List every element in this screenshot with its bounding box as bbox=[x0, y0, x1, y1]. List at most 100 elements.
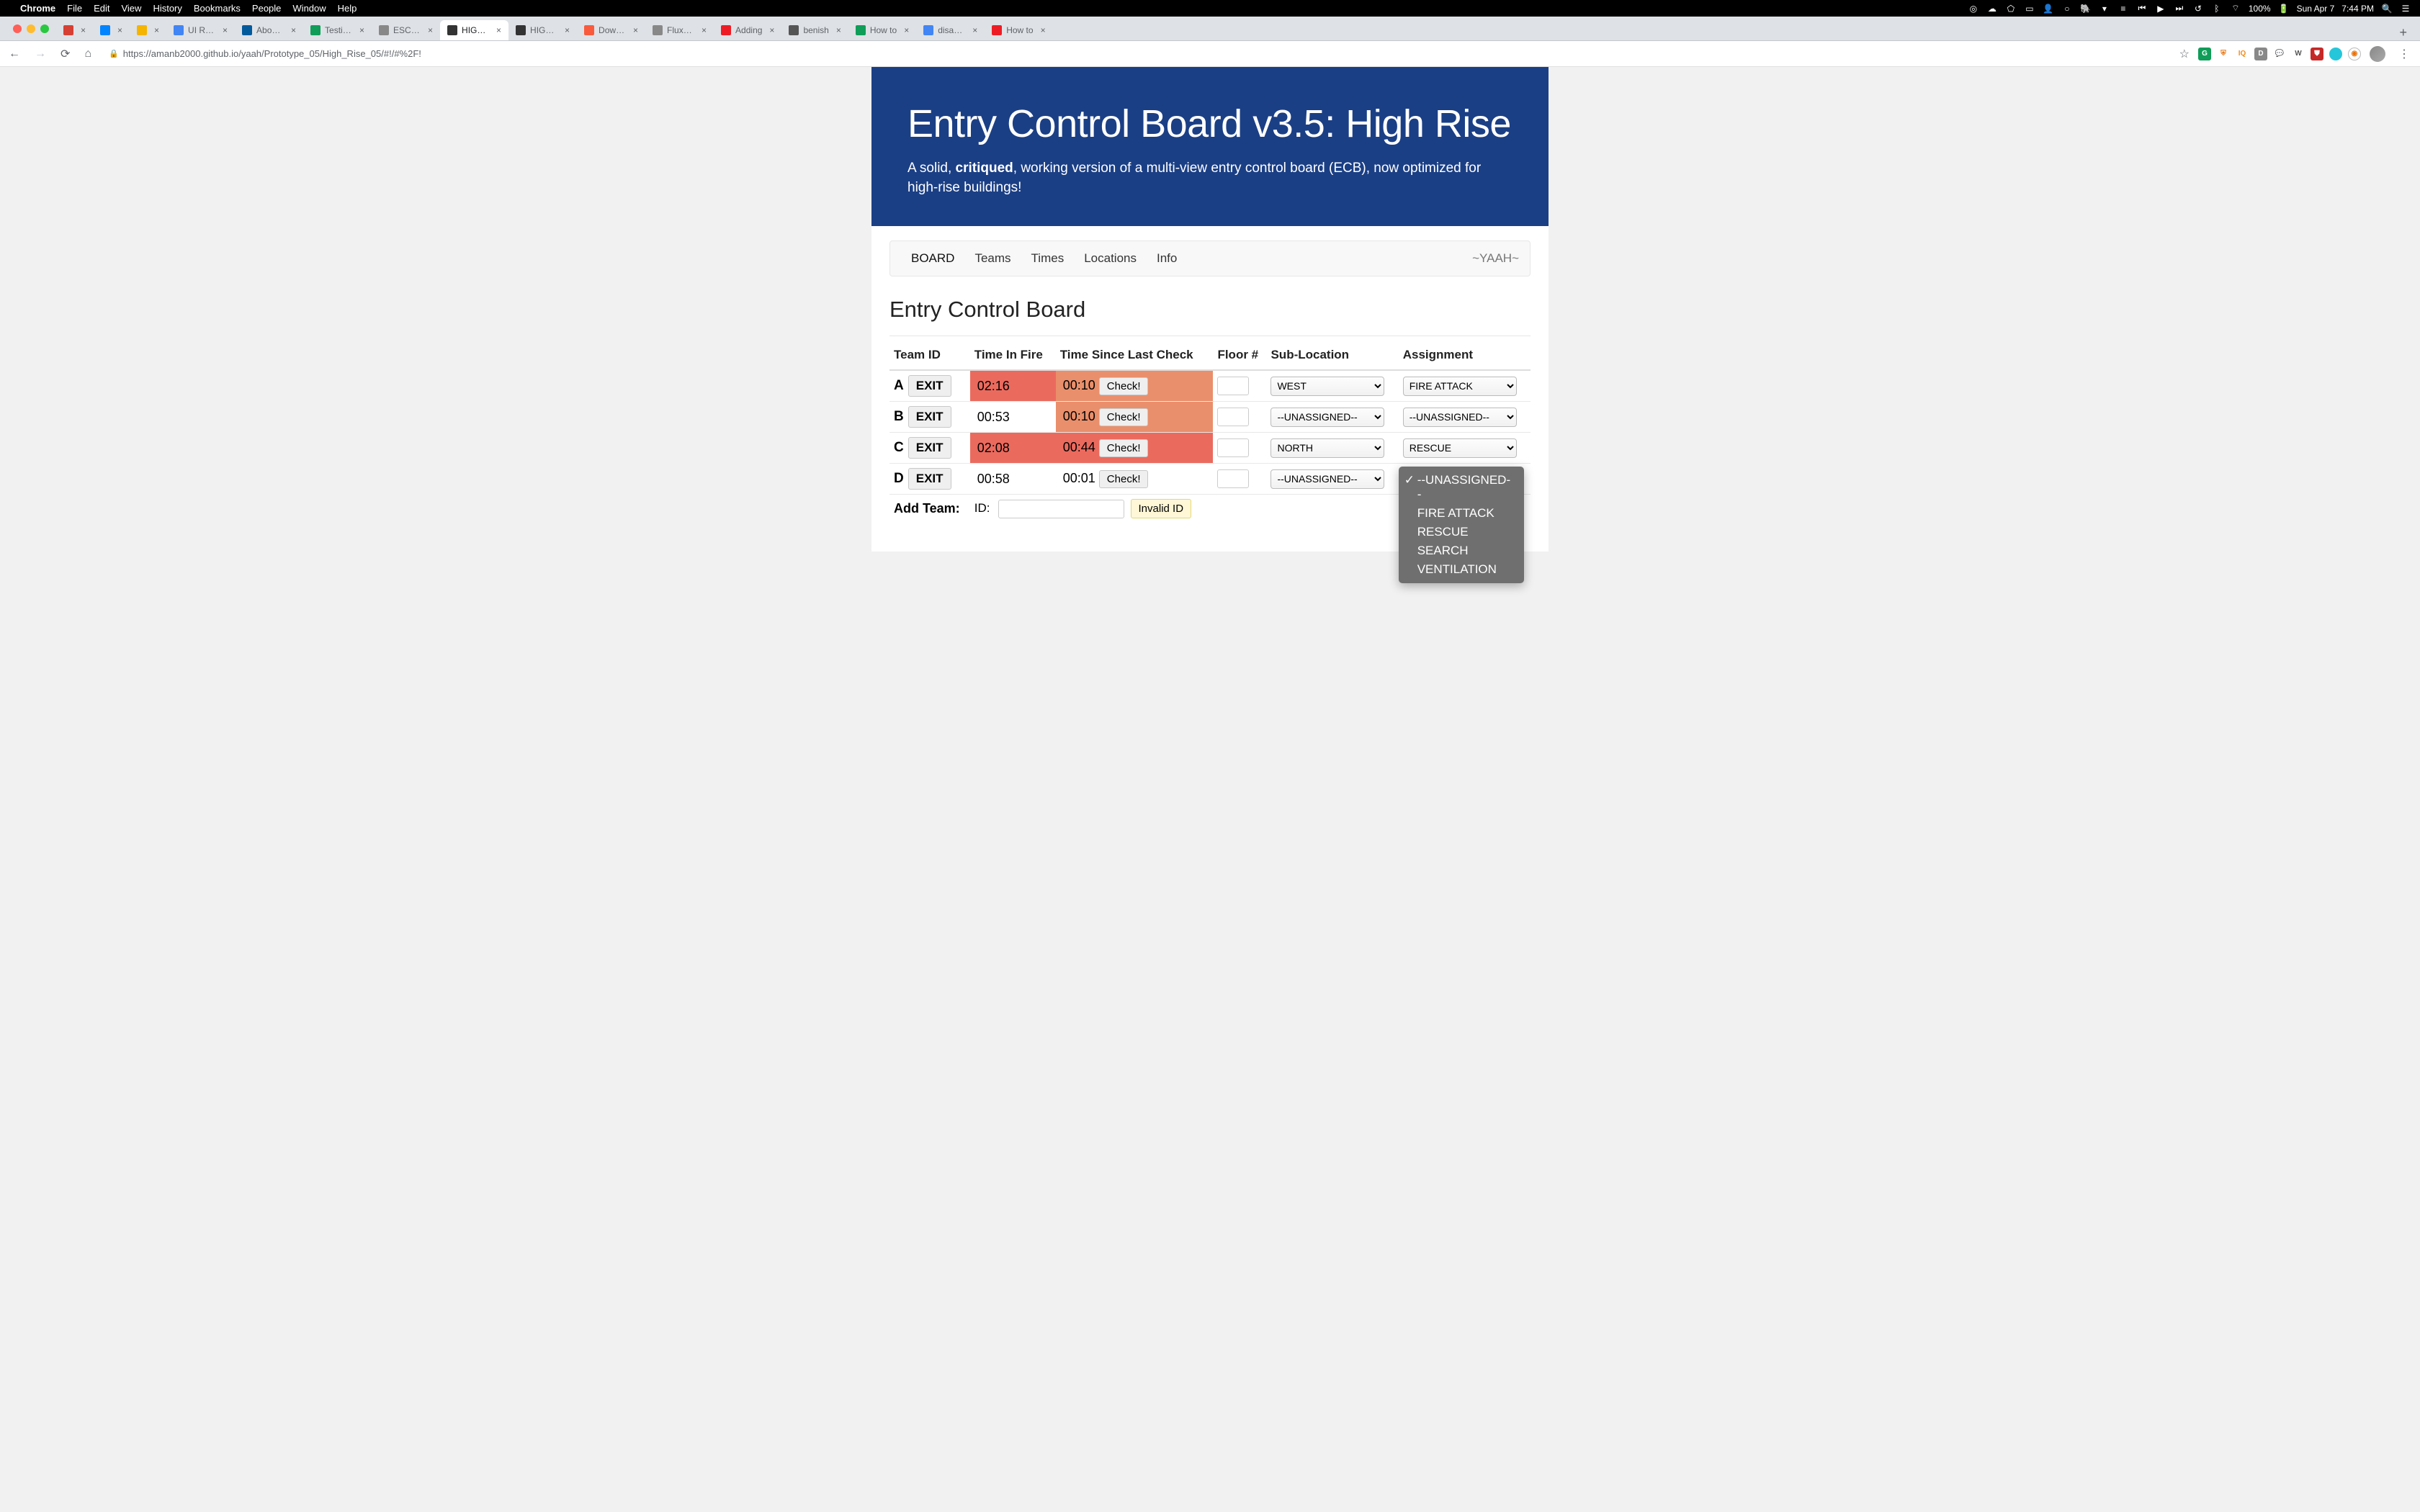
menubar-item[interactable]: Help bbox=[338, 3, 357, 14]
check-button[interactable]: Check! bbox=[1099, 439, 1149, 457]
browser-tab[interactable]: HIGH_R× bbox=[440, 20, 508, 40]
floor-input[interactable] bbox=[1217, 377, 1249, 395]
battery-percent[interactable]: 100% bbox=[2249, 4, 2271, 14]
url-field[interactable]: 🔒 https://amanb2000.github.io/yaah/Proto… bbox=[103, 48, 2171, 59]
assignment-option[interactable]: --UNASSIGNED-- bbox=[1399, 471, 1524, 504]
tab-close-icon[interactable]: × bbox=[428, 25, 433, 35]
tab-close-icon[interactable]: × bbox=[496, 25, 501, 35]
exit-button[interactable]: EXIT bbox=[908, 406, 951, 428]
add-team-id-input[interactable] bbox=[998, 500, 1124, 518]
close-window-button[interactable] bbox=[13, 24, 22, 33]
menubar-time[interactable]: 7:44 PM bbox=[2341, 4, 2374, 14]
sublocation-select[interactable]: NORTH bbox=[1270, 438, 1384, 458]
tab-close-icon[interactable]: × bbox=[291, 25, 296, 35]
exit-button[interactable]: EXIT bbox=[908, 437, 951, 459]
check-button[interactable]: Check! bbox=[1099, 408, 1149, 426]
nav-info[interactable]: Info bbox=[1147, 251, 1187, 266]
menubar-item[interactable]: Bookmarks bbox=[194, 3, 241, 14]
browser-menu-button[interactable]: ⋮ bbox=[2394, 47, 2414, 61]
browser-tab[interactable]: × bbox=[93, 20, 130, 40]
exit-button[interactable]: EXIT bbox=[908, 375, 951, 397]
nav-board[interactable]: BOARD bbox=[901, 251, 964, 266]
nav-times[interactable]: Times bbox=[1021, 251, 1075, 266]
browser-tab[interactable]: Flux – R× bbox=[645, 20, 714, 40]
reload-button[interactable]: ⟳ bbox=[58, 44, 73, 64]
floor-input[interactable] bbox=[1217, 408, 1249, 426]
dropdown-icon[interactable]: ▾ bbox=[2099, 4, 2110, 14]
sublocation-select[interactable]: --UNASSIGNED-- bbox=[1270, 469, 1384, 489]
time-machine-icon[interactable]: ↺ bbox=[2192, 4, 2204, 14]
assignment-option[interactable]: FIRE ATTACK bbox=[1399, 504, 1524, 523]
extension-icon[interactable]: G bbox=[2198, 48, 2211, 60]
tab-close-icon[interactable]: × bbox=[972, 25, 977, 35]
tab-close-icon[interactable]: × bbox=[154, 25, 159, 35]
play-icon[interactable]: ▶ bbox=[2155, 4, 2166, 14]
browser-tab[interactable]: benish× bbox=[781, 20, 848, 40]
extension-w-icon[interactable]: W bbox=[2292, 48, 2305, 60]
menubar-item[interactable]: View bbox=[121, 3, 141, 14]
browser-tab[interactable]: HIGH_R× bbox=[508, 20, 577, 40]
browser-tab[interactable]: Downlo× bbox=[577, 20, 645, 40]
assignment-select[interactable]: --UNASSIGNED-- bbox=[1403, 408, 1517, 427]
exit-button[interactable]: EXIT bbox=[908, 468, 951, 490]
floor-input[interactable] bbox=[1217, 469, 1249, 488]
tab-close-icon[interactable]: × bbox=[1041, 25, 1046, 35]
assignment-option[interactable]: SEARCH bbox=[1399, 541, 1524, 560]
extension-teal-icon[interactable] bbox=[2329, 48, 2342, 60]
tab-close-icon[interactable]: × bbox=[81, 25, 86, 35]
extension-shield-icon[interactable]: ⛨ bbox=[2217, 48, 2230, 60]
sublocation-select[interactable]: WEST bbox=[1270, 377, 1384, 396]
nav-brand[interactable]: ~YAAH~ bbox=[1472, 251, 1519, 266]
spotlight-icon[interactable]: 🔍 bbox=[2381, 4, 2393, 14]
wifi-icon[interactable]: ⌔ bbox=[2230, 3, 2241, 14]
menubar-item[interactable]: People bbox=[252, 3, 281, 14]
check-button[interactable]: Check! bbox=[1099, 377, 1149, 395]
browser-tab[interactable]: × bbox=[56, 20, 93, 40]
tab-close-icon[interactable]: × bbox=[117, 25, 122, 35]
star-icon[interactable]: ☆ bbox=[2179, 47, 2190, 61]
list-icon[interactable]: ☰ bbox=[2400, 4, 2411, 14]
extension-chat-icon[interactable]: 💬 bbox=[2273, 48, 2286, 60]
browser-tab[interactable]: Adding× bbox=[714, 20, 781, 40]
assignment-select[interactable]: RESCUE bbox=[1403, 438, 1517, 458]
sublocation-select[interactable]: --UNASSIGNED-- bbox=[1270, 408, 1384, 427]
rectangle-icon[interactable]: ▭ bbox=[2024, 4, 2035, 14]
evernote-icon[interactable]: 🐘 bbox=[2080, 4, 2092, 14]
menubar-item[interactable]: History bbox=[153, 3, 182, 14]
user-icon[interactable]: 👤 bbox=[2043, 4, 2054, 14]
creative-cloud-icon[interactable]: ◎ bbox=[1968, 4, 1979, 14]
browser-tab[interactable]: UI Requ× bbox=[166, 20, 235, 40]
extension-circle-icon[interactable]: ◉ bbox=[2348, 48, 2361, 60]
browser-tab[interactable]: About V× bbox=[235, 20, 303, 40]
forward-button[interactable]: → bbox=[32, 45, 49, 63]
home-button[interactable]: ⌂ bbox=[81, 45, 94, 63]
tab-close-icon[interactable]: × bbox=[836, 25, 841, 35]
tab-close-icon[interactable]: × bbox=[633, 25, 638, 35]
tab-close-icon[interactable]: × bbox=[702, 25, 707, 35]
browser-tab[interactable]: How to× bbox=[985, 20, 1052, 40]
battery-icon[interactable]: 🔋 bbox=[2278, 4, 2290, 14]
menu-lines-icon[interactable]: ≡ bbox=[2118, 4, 2129, 14]
tab-close-icon[interactable]: × bbox=[223, 25, 228, 35]
menubar-item[interactable]: Window bbox=[292, 3, 326, 14]
floor-input[interactable] bbox=[1217, 438, 1249, 457]
profile-avatar[interactable] bbox=[2370, 46, 2385, 62]
nav-teams[interactable]: Teams bbox=[964, 251, 1021, 266]
browser-tab[interactable]: disable× bbox=[916, 20, 985, 40]
bluetooth-icon[interactable]: ᛒ bbox=[2211, 4, 2223, 14]
back-button[interactable]: ← bbox=[6, 45, 23, 63]
minimize-window-button[interactable] bbox=[27, 24, 35, 33]
check-button[interactable]: Check! bbox=[1099, 470, 1149, 488]
assignment-option[interactable]: VENTILATION bbox=[1399, 560, 1524, 579]
maximize-window-button[interactable] bbox=[40, 24, 49, 33]
menubar-item[interactable]: File bbox=[67, 3, 82, 14]
tab-close-icon[interactable]: × bbox=[904, 25, 909, 35]
circle-icon[interactable]: ○ bbox=[2061, 4, 2073, 14]
new-tab-button[interactable]: + bbox=[2392, 25, 2414, 40]
browser-tab[interactable]: Testing× bbox=[303, 20, 372, 40]
prev-track-icon[interactable]: ⏮ bbox=[2136, 3, 2148, 14]
browser-tab[interactable]: How to× bbox=[848, 20, 916, 40]
cloud-upload-icon[interactable]: ☁ bbox=[1986, 4, 1998, 14]
menubar-date[interactable]: Sun Apr 7 bbox=[2297, 4, 2335, 14]
menubar-app[interactable]: Chrome bbox=[20, 3, 55, 14]
